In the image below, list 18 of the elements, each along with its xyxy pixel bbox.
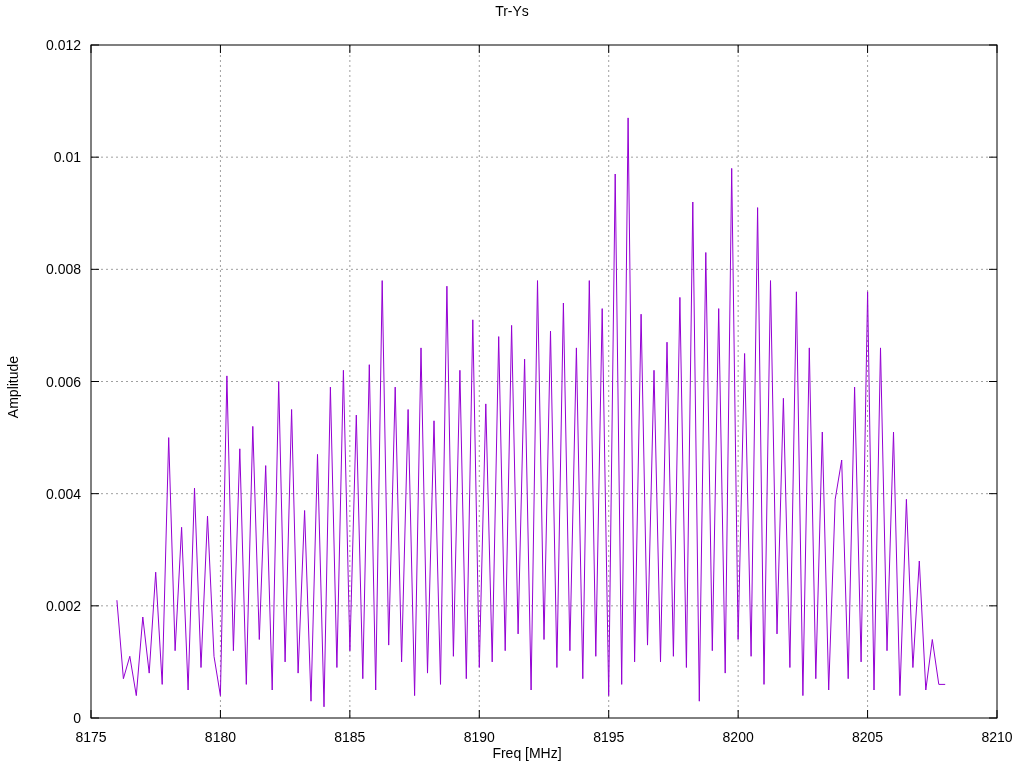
- chart-title: Tr-Ys: [495, 3, 529, 19]
- tick-label: 0.012: [45, 37, 81, 53]
- x-axis-label: Freq [MHz]: [492, 745, 562, 763]
- tick-label: 0.004: [45, 485, 81, 502]
- tick-label: 8210: [981, 729, 1013, 742]
- tick-label: 8175: [75, 729, 107, 742]
- tick-label: 0.01: [53, 149, 81, 166]
- tick-label: 0.002: [45, 597, 81, 614]
- tick-label: 8185: [334, 729, 366, 742]
- tick-label: 8205: [852, 729, 884, 742]
- tick-label: 0: [73, 710, 81, 726]
- tick-label: 8195: [593, 729, 625, 742]
- tick-label: 8200: [722, 729, 754, 742]
- tick-label: 8180: [204, 729, 236, 742]
- tick-label: 0.008: [45, 261, 81, 278]
- tick-label: 8190: [463, 729, 495, 742]
- tick-label: 0.006: [45, 373, 81, 390]
- y-axis-label: Amplitude: [5, 355, 21, 419]
